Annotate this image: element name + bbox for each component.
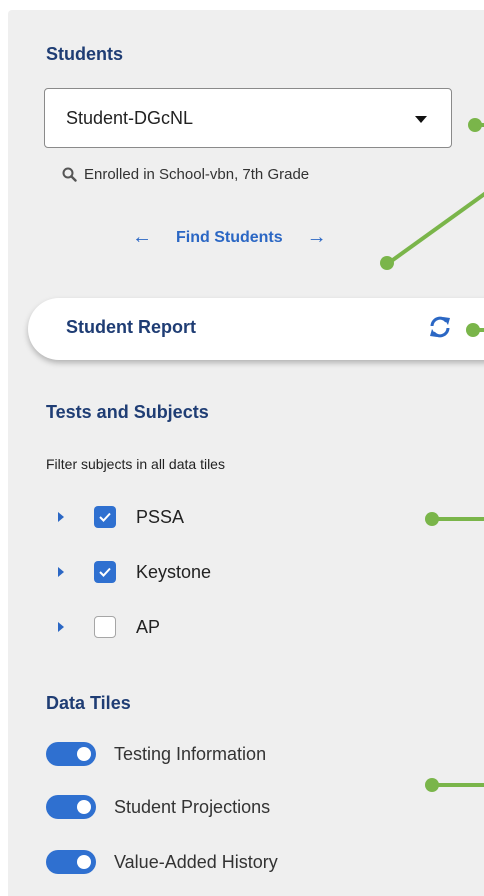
student-select[interactable]: Student-DGcNL	[44, 88, 452, 148]
refresh-icon[interactable]	[428, 315, 452, 339]
toggle-knob	[77, 747, 91, 761]
testing-information-toggle[interactable]	[46, 742, 96, 766]
student-report-label: Student Report	[66, 317, 196, 337]
test-item-label: Keystone	[136, 561, 212, 582]
checkmark-icon	[99, 567, 111, 577]
tile-label: Student Projections	[114, 796, 271, 817]
expand-caret-icon[interactable]	[58, 567, 64, 577]
student-projections-toggle[interactable]	[46, 795, 96, 819]
expand-caret-icon[interactable]	[58, 622, 64, 632]
callout-connector-diagonal	[388, 191, 484, 264]
student-select-value: Student-DGcNL	[66, 108, 194, 128]
callout-marker	[380, 256, 394, 270]
test-item-keystone[interactable]: Keystone	[58, 561, 211, 583]
checkmark-icon	[99, 512, 111, 522]
find-students-nav: ← Find Students →	[132, 226, 327, 249]
previous-arrow-icon[interactable]: ←	[132, 226, 152, 249]
enrollment-text: Enrolled in School-vbn, 7th Grade	[84, 166, 310, 183]
tile-label: Testing Information	[114, 743, 267, 764]
tile-toggle-row[interactable]: Student Projections	[46, 795, 270, 819]
callout-connector	[432, 783, 484, 787]
search-icon	[62, 167, 77, 182]
filter-subjects-label: Filter subjects in all data tiles	[46, 456, 225, 472]
test-item-label: AP	[136, 616, 161, 637]
toggle-knob	[77, 800, 91, 814]
ap-checkbox[interactable]	[94, 616, 116, 638]
next-arrow-icon[interactable]: →	[307, 226, 327, 249]
tile-toggle-row[interactable]: Value-Added History	[46, 850, 278, 874]
keystone-checkbox[interactable]	[94, 561, 116, 583]
test-item-ap[interactable]: AP	[58, 616, 160, 638]
caret-down-icon	[415, 116, 427, 123]
tile-toggle-row[interactable]: Testing Information	[46, 742, 266, 766]
test-item-pssa[interactable]: PSSA	[58, 506, 184, 528]
callout-connector	[475, 123, 484, 127]
test-item-label: PSSA	[136, 506, 185, 527]
find-students-link[interactable]: Find Students	[176, 229, 283, 247]
data-tiles-heading: Data Tiles	[46, 693, 131, 713]
student-report-tab[interactable]: Student Report	[28, 298, 484, 360]
tests-heading: Tests and Subjects	[46, 402, 209, 422]
callout-connector	[432, 517, 484, 521]
toggle-knob	[77, 855, 91, 869]
tile-label: Value-Added History	[114, 851, 278, 872]
enrollment-info: Enrolled in School-vbn, 7th Grade	[62, 166, 309, 183]
expand-caret-icon[interactable]	[58, 512, 64, 522]
callout-connector	[472, 328, 484, 332]
value-added-history-toggle[interactable]	[46, 850, 96, 874]
pssa-checkbox[interactable]	[94, 506, 116, 528]
students-heading: Students	[46, 44, 124, 64]
